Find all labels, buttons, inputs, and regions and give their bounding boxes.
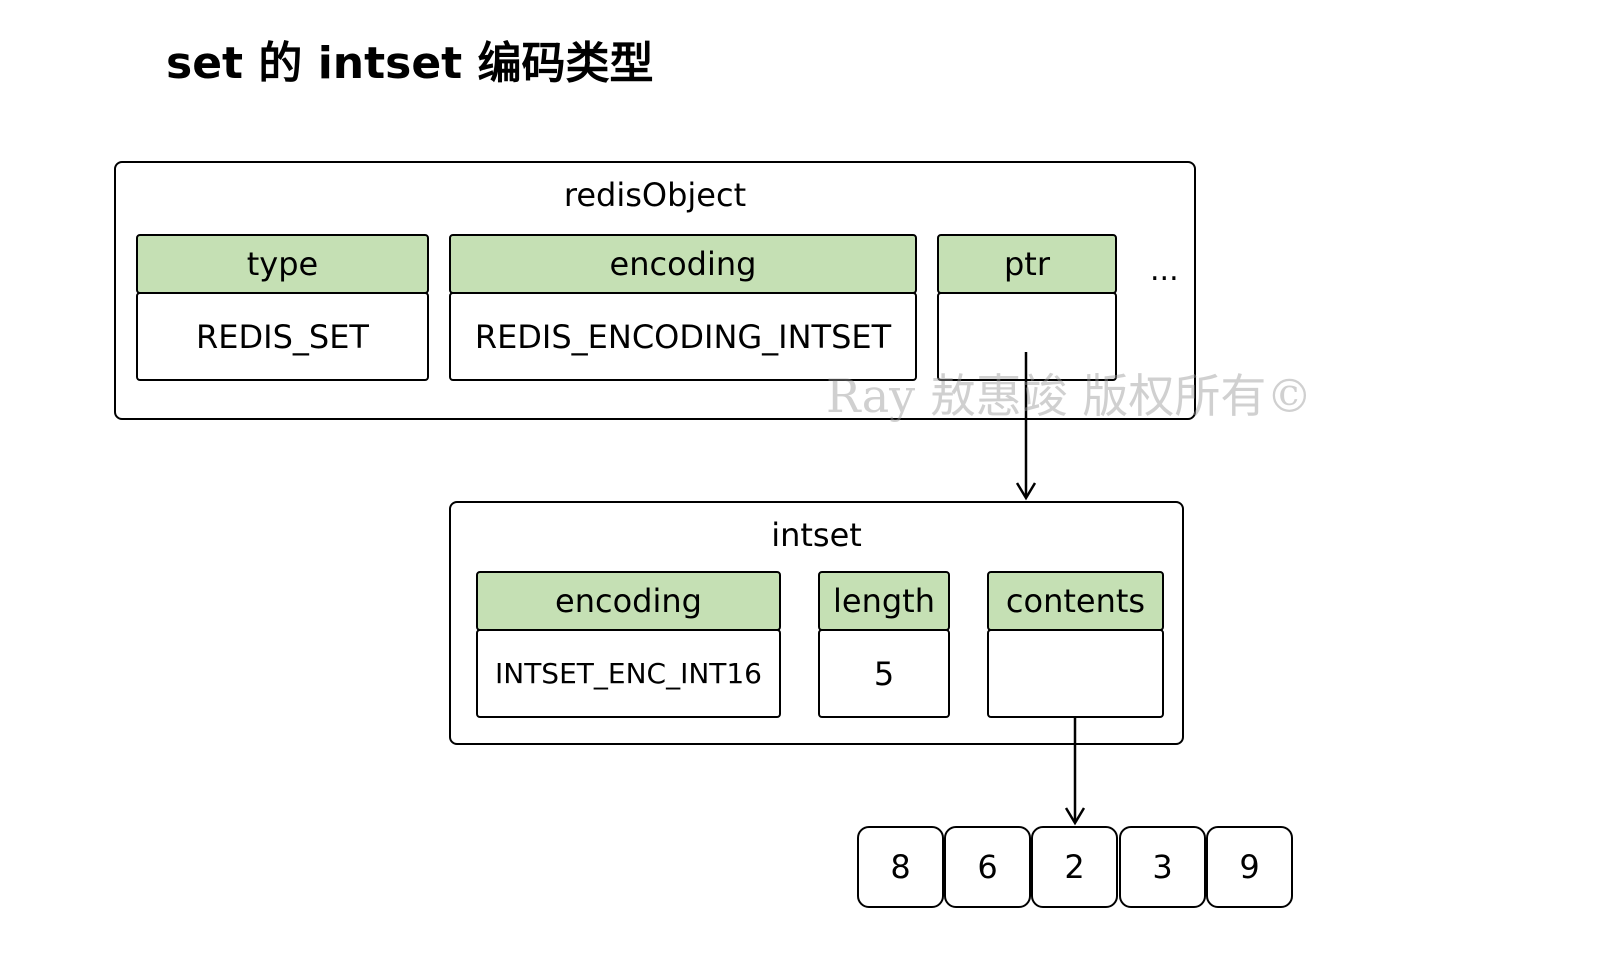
- intset-encoding-value: INTSET_ENC_INT16: [476, 629, 781, 718]
- pointer-arrows: [1015, 352, 1086, 826]
- redis-object-ptr-value: [937, 292, 1117, 381]
- intset-length-value: 5: [818, 629, 950, 718]
- redis-object-type-header: type: [136, 234, 429, 294]
- redis-object-encoding-value: REDIS_ENCODING_INTSET: [449, 292, 917, 381]
- intset-label: intset: [771, 516, 862, 554]
- intset-contents-value: [987, 629, 1164, 718]
- contents-element: 2: [1031, 826, 1118, 908]
- redis-object-ptr-header: ptr: [937, 234, 1117, 294]
- contents-element: 6: [944, 826, 1031, 908]
- intset-length-header: length: [818, 571, 950, 631]
- redis-object-type-value: REDIS_SET: [136, 292, 429, 381]
- redis-object-more-fields: ...: [1150, 253, 1179, 288]
- intset-contents-header: contents: [987, 571, 1164, 631]
- redis-object-label: redisObject: [563, 176, 747, 214]
- contents-element: 8: [857, 826, 944, 908]
- contents-element: 9: [1206, 826, 1293, 908]
- intset-encoding-header: encoding: [476, 571, 781, 631]
- diagram-title: set 的 intset 编码类型: [166, 38, 654, 89]
- contents-element: 3: [1119, 826, 1206, 908]
- redis-object-encoding-header: encoding: [449, 234, 917, 294]
